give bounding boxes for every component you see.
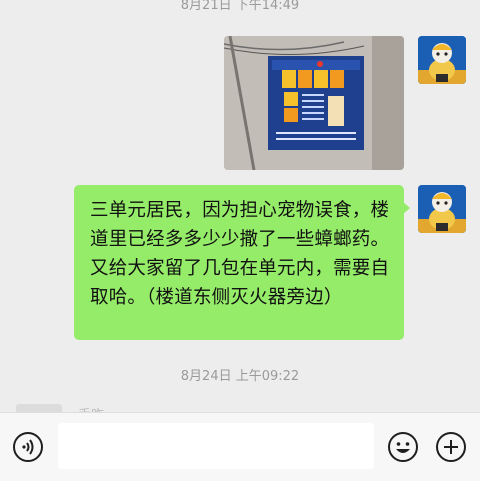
image-message[interactable]: [224, 36, 404, 170]
voice-icon: [13, 432, 43, 462]
more-button[interactable]: [435, 431, 467, 463]
avatar[interactable]: [418, 36, 466, 84]
input-bar: [0, 412, 480, 481]
bubble-tail: [402, 201, 410, 215]
plus-icon: [436, 432, 466, 462]
message-input[interactable]: [58, 423, 374, 469]
timestamp-1: 8月21日 下午14:49: [180, 0, 300, 13]
avatar[interactable]: [418, 185, 466, 233]
text-message-bubble[interactable]: 三单元居民，因为担心宠物误食，楼道里已经多多少少撒了一些蟑螂药。又给大家留了几包…: [74, 185, 404, 340]
emoji-button[interactable]: [387, 431, 419, 463]
timestamp-2: 8月24日 上午09:22: [180, 369, 300, 384]
voice-button[interactable]: [12, 431, 44, 463]
message-text: 三单元居民，因为担心宠物误食，楼道里已经多多少少撒了一些蟑螂药。又给大家留了几包…: [90, 200, 390, 308]
emoji-icon: [388, 432, 418, 462]
